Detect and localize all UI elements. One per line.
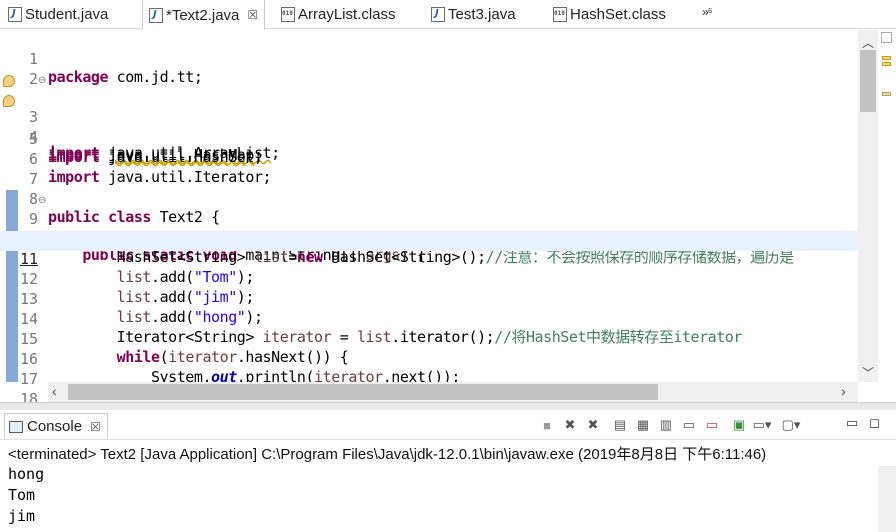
display-console-icon[interactable]: ▭▾ [753,416,772,434]
fold-icon[interactable]: ⊖ [38,195,46,206]
console-output-line: jim [8,507,36,525]
code-line[interactable]: 9 ⊖ public static void main(String[] arg… [0,191,858,264]
tab-label: ArrayList.class [298,5,396,23]
show-on-stdout-icon[interactable]: ▭ [680,416,698,434]
code-line[interactable]: 15 while(iterator.hasNext()) { [0,311,858,366]
open-console-icon[interactable]: ▢▾ [782,416,801,434]
warning-marker[interactable] [882,62,891,66]
warning-icon[interactable] [3,95,15,107]
class-file-icon [553,6,567,22]
code-line[interactable]: 13 list.add("hong"); [0,271,858,326]
console-icon [9,420,23,433]
tab-test3-java[interactable]: Test3.java [431,0,516,28]
warning-marker[interactable] [882,56,891,60]
minimize-maximize-icon[interactable]: ▭ ◻ [846,415,880,431]
console-output-line: hong [8,465,45,483]
terminate-icon[interactable]: ■ [538,416,556,434]
console-vertical-scrollbar[interactable] [878,466,896,532]
code-line-current[interactable]: 11 list.add("Tom"); [0,231,858,286]
scroll-down-icon[interactable]: ﹀ [862,364,874,381]
java-file-icon [8,6,22,22]
scroll-lock-icon[interactable]: ▦ [634,416,652,434]
tab-label: Student.java [25,5,109,23]
scroll-left-icon[interactable]: ‹ [52,383,57,399]
code-line[interactable]: 6 import java.util.Iterator; [0,131,858,186]
close-icon[interactable]: ☒ [247,8,258,22]
show-on-stderr-icon[interactable]: ▭ [703,416,721,434]
overview-summary-icon[interactable] [881,32,892,43]
close-icon[interactable]: ☒ [90,420,101,434]
console-output-line: Tom [8,486,36,504]
editor-horizontal-scrollbar[interactable]: ‹ › [48,382,858,402]
console-tab-label: Console [27,418,83,435]
word-wrap-icon[interactable]: ▥ [657,416,675,434]
warning-icon[interactable] [3,75,15,87]
panel-divider[interactable] [0,402,896,410]
tab-label: *Text2.java [166,6,240,24]
fold-icon[interactable]: ⊖ [38,75,46,86]
code-line[interactable]: 7 [0,151,858,188]
code-line[interactable]: 16 System.out.println(iterator.next()); [0,331,858,386]
code-line[interactable]: 8 public class Text2 { [0,171,858,226]
occurrence-marker[interactable] [882,92,891,96]
code-line[interactable]: 10 HashSet<String> list=new HashSet<Stri… [0,211,858,266]
code-line[interactable]: 2 [0,51,858,88]
editor-vertical-scrollbar[interactable]: ︿ ﹀ [858,30,878,382]
pin-console-icon[interactable]: ▣ [730,416,748,434]
tab-student-java[interactable]: Student.java [8,0,108,28]
code-line[interactable]: 4 import java.util.HashMap; [0,91,858,164]
tab-console[interactable]: Console ☒ [4,413,108,439]
console-tools: ■ ✖ ✖ ▤ ▦ ▥ ▭ ▭ ▣ ▭▾ ▢▾ [538,415,805,435]
tab-arraylist-class[interactable]: ArrayList.class [281,0,396,28]
scroll-right-icon[interactable]: › [841,383,846,399]
code-line[interactable]: 14 Iterator<String> iterator = list.iter… [0,291,858,346]
tab-text2-java[interactable]: *Text2.java ☒ [142,0,266,30]
class-file-icon [281,6,295,22]
scroll-thumb[interactable] [860,50,876,112]
console-toolbar: Console ☒ ■ ✖ ✖ ▤ ▦ ▥ ▭ ▭ ▣ ▭▾ ▢▾ ▭ ◻ [0,410,896,440]
console-status: <terminated> Text2 [Java Application] C:… [8,446,767,463]
code-line[interactable]: 12 list.add("jim"); [0,251,858,306]
overview-ruler [878,30,896,402]
scroll-thumb[interactable] [68,384,658,400]
code-line[interactable]: 5 import java.util.HashSet; [0,111,858,166]
scroll-up-icon[interactable]: ︿ [862,34,874,51]
code-line[interactable]: 3 ⊖ import java.util.ArrayList; [0,71,858,162]
java-file-icon [431,6,445,22]
tab-hashset-class[interactable]: HashSet.class [553,0,666,28]
clear-console-icon[interactable]: ▤ [611,416,629,434]
remove-all-terminated-icon[interactable]: ✖ [584,416,602,434]
editor-tab-bar: Student.java *Text2.java ☒ ArrayList.cla… [0,0,896,30]
remove-launch-icon[interactable]: ✖ [561,416,579,434]
console-view: Console ☒ ■ ✖ ✖ ▤ ▦ ▥ ▭ ▭ ▣ ▭▾ ▢▾ ▭ ◻ <t… [0,410,896,532]
tab-overflow-icon[interactable]: »⁶ [702,5,713,19]
java-file-icon [149,7,163,23]
tab-label: HashSet.class [570,5,666,23]
line-number: 18 [19,390,38,402]
tab-label: Test3.java [448,5,516,23]
code-line[interactable]: 17 } [0,351,858,402]
code-editor[interactable]: 1 package com.jd.tt; 2 3 ⊖ import java.u… [0,30,896,402]
code-line[interactable]: 1 package com.jd.tt; [0,31,858,86]
